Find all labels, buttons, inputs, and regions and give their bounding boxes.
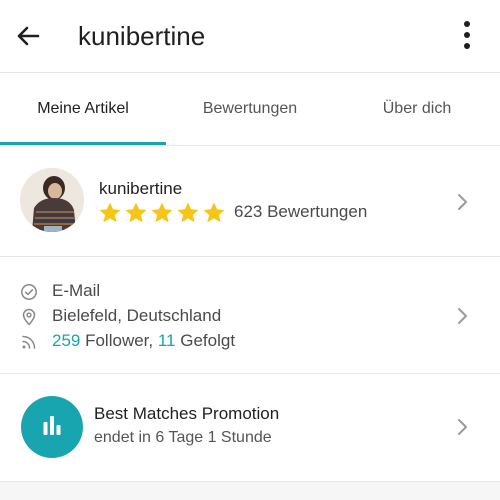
location-line: Bielefeld, Deutschland — [20, 306, 320, 328]
tab-ueber-dich[interactable]: Über dich — [334, 73, 500, 145]
promotion-badge — [21, 396, 83, 458]
check-circle-icon — [21, 284, 37, 300]
bar-chart-icon — [43, 416, 61, 435]
page-title: kunibertine — [78, 21, 206, 51]
back-arrow-icon[interactable] — [12, 20, 44, 52]
location-label: Bielefeld, Deutschland — [52, 306, 222, 325]
following-count[interactable]: 11 — [158, 331, 176, 350]
star-icon — [177, 202, 199, 223]
followers-label: Follower, — [80, 331, 158, 350]
follower-line: 259 Follower, 11 Gefolgt — [20, 331, 320, 353]
chevron-right-icon[interactable] — [452, 417, 472, 437]
rating-count: 623 Bewertungen — [234, 202, 368, 221]
chevron-right-icon[interactable] — [452, 306, 472, 326]
star-icon — [125, 202, 147, 223]
tab-bar: Meine Artikel Bewertungen Über dich — [0, 73, 500, 145]
rating-stars — [98, 201, 226, 227]
app-bar: kunibertine — [0, 0, 500, 72]
followers-count[interactable]: 259 — [52, 331, 80, 350]
profile-username: kunibertine — [99, 179, 183, 198]
star-icon — [151, 202, 173, 223]
email-verified-label: E-Mail — [52, 281, 101, 300]
promotion-subtitle: endet in 6 Tage 1 Stunde — [94, 429, 272, 446]
more-options-icon[interactable] — [452, 18, 482, 52]
chevron-right-icon[interactable] — [452, 192, 472, 212]
bottom-strip — [0, 482, 500, 500]
email-line: E-Mail — [20, 281, 320, 303]
follower-text: 259 Follower, 11 Gefolgt — [52, 331, 235, 351]
promotion-title: Best Matches Promotion — [94, 404, 280, 423]
following-label: Gefolgt — [175, 331, 236, 350]
star-icon — [203, 202, 225, 223]
tab-bewertungen[interactable]: Bewertungen — [166, 73, 334, 145]
tab-meine-artikel[interactable]: Meine Artikel — [0, 73, 166, 145]
rss-feed-icon — [22, 335, 36, 349]
location-pin-icon — [22, 308, 36, 326]
star-icon — [99, 202, 121, 223]
avatar[interactable] — [20, 168, 84, 232]
